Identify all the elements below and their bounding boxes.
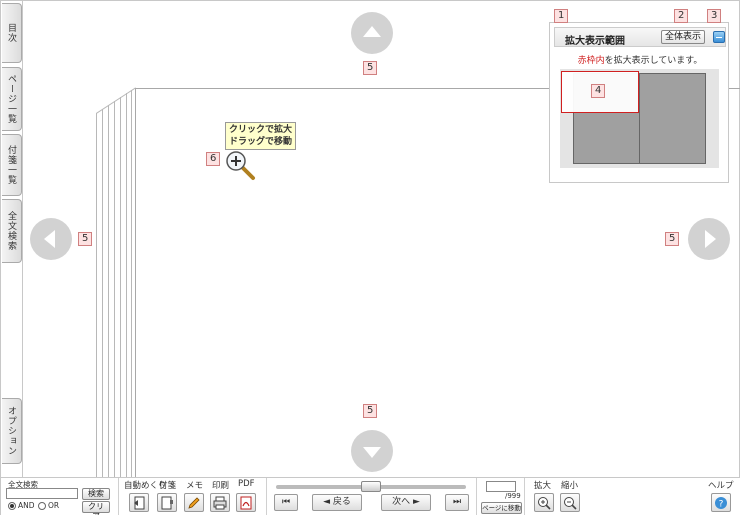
- tab-contents-label: 目次: [6, 23, 16, 43]
- pencil-icon: [188, 496, 200, 509]
- tab-page-list-label: ページ一覧: [6, 74, 16, 124]
- tab-sticky-list-label: 付箋一覧: [6, 145, 16, 185]
- marker-3: 3: [707, 9, 722, 23]
- and-radio[interactable]: [8, 502, 16, 510]
- zoom-range-panel: 拡大表示範囲 全体表示 赤枠内を拡大表示しています。: [549, 22, 729, 183]
- auto-flip-icon: [134, 496, 145, 509]
- tooltip-line-drag: ドラッグで移動: [229, 137, 293, 147]
- sticky-icon: [161, 496, 173, 509]
- zoom-tooltip: クリックで拡大 ドラッグで移動: [225, 122, 297, 150]
- marker-5-top: 5: [363, 61, 378, 75]
- print-label: 印刷: [212, 481, 230, 491]
- page-slider-thumb[interactable]: [361, 481, 381, 492]
- navigation-section: ⏮ ◄ 戻る 次へ ► ⏭: [268, 478, 477, 515]
- pdf-label: PDF: [238, 479, 255, 489]
- zoom-panel-message: 赤枠内を拡大表示しています。: [550, 53, 730, 66]
- mini-map-right-page: [639, 73, 706, 164]
- zoom-out-label: 縮小: [561, 481, 579, 491]
- pdf-button[interactable]: [236, 493, 256, 512]
- or-label: OR: [48, 501, 60, 510]
- marker-6: 6: [206, 152, 221, 166]
- help-label: ヘルプ: [708, 481, 734, 491]
- search-button[interactable]: 検索: [82, 488, 110, 500]
- book-viewer: 目次 ページ一覧 付箋一覧 全文検索 オプション クリックで拡大 ドラッグで移動: [0, 0, 740, 515]
- zoom-in-label: 拡大: [534, 481, 552, 491]
- search-input[interactable]: [6, 488, 78, 499]
- tab-contents[interactable]: 目次: [2, 3, 22, 63]
- printer-icon: [213, 496, 227, 509]
- next-page-button[interactable]: [688, 218, 730, 260]
- tab-sticky-list[interactable]: 付箋一覧: [2, 134, 22, 196]
- minimize-panel-button[interactable]: [713, 31, 725, 43]
- last-page-button[interactable]: ⏭: [445, 494, 469, 511]
- pdf-icon: [240, 496, 252, 509]
- arrow-down-icon: [363, 447, 381, 458]
- next-button[interactable]: 次へ ►: [381, 494, 431, 511]
- page-jump-section: /999 ページに移動: [478, 478, 525, 515]
- zoom-out-button[interactable]: [560, 493, 580, 512]
- marker-1: 1: [554, 9, 569, 23]
- arrow-left-icon: [44, 230, 55, 248]
- and-label: AND: [18, 501, 35, 510]
- zoom-panel-message-red: 赤枠内: [577, 56, 605, 66]
- zoom-panel-header: 拡大表示範囲 全体表示: [554, 27, 726, 47]
- print-button[interactable]: [210, 493, 230, 512]
- first-page-button[interactable]: ⏮: [274, 494, 298, 511]
- zoom-mini-map[interactable]: [560, 69, 719, 168]
- sticky-button[interactable]: [157, 493, 177, 512]
- zoom-panel-message-rest: を拡大表示しています。: [604, 56, 703, 66]
- auto-flip-button[interactable]: [129, 493, 149, 512]
- zoom-in-icon: [538, 496, 551, 510]
- zoom-out-icon: [564, 496, 577, 510]
- zoom-in-button[interactable]: [534, 493, 554, 512]
- help-icon: ?: [715, 496, 727, 509]
- tab-options[interactable]: オプション: [2, 398, 22, 464]
- show-all-button[interactable]: 全体表示: [661, 30, 706, 44]
- search-section: 全文検索 検索 AND OR クリア: [1, 478, 119, 515]
- or-radio[interactable]: [38, 502, 46, 510]
- prev-page-button[interactable]: [30, 218, 72, 260]
- marker-2: 2: [674, 9, 689, 23]
- sticky-label: 付箋: [159, 481, 177, 491]
- page-total: /999: [505, 492, 521, 500]
- tab-fulltext-search[interactable]: 全文検索: [2, 199, 22, 263]
- arrow-right-icon: [705, 230, 716, 248]
- marker-5-right: 5: [665, 232, 680, 246]
- go-to-page-button[interactable]: ページに移動: [481, 502, 522, 514]
- help-button[interactable]: ?: [711, 493, 731, 512]
- marker-5-left: 5: [78, 232, 93, 246]
- scroll-up-button[interactable]: [351, 12, 393, 54]
- clear-button[interactable]: クリア: [82, 501, 110, 515]
- tooltip-line-click: クリックで拡大: [229, 125, 293, 135]
- arrow-up-icon: [363, 26, 381, 37]
- page-number-input[interactable]: [486, 481, 516, 492]
- zoom-magnifier-icon[interactable]: [225, 150, 257, 182]
- marker-4: 4: [591, 84, 606, 98]
- scroll-down-button[interactable]: [351, 430, 393, 472]
- tab-options-label: オプション: [6, 406, 16, 456]
- marker-5-bottom: 5: [363, 404, 378, 418]
- tab-page-list[interactable]: ページ一覧: [2, 67, 22, 131]
- zoom-section: 拡大 縮小: [526, 478, 696, 515]
- tools-section: 自動めくり 付箋 メモ 印刷 PDF: [120, 478, 267, 515]
- svg-text:?: ?: [719, 499, 724, 509]
- tab-fulltext-search-label: 全文検索: [6, 211, 16, 251]
- memo-button[interactable]: [184, 493, 204, 512]
- zoom-panel-title: 拡大表示範囲: [565, 36, 625, 47]
- memo-label: メモ: [186, 481, 204, 491]
- page-left-edge: [135, 88, 136, 477]
- back-button[interactable]: ◄ 戻る: [312, 494, 362, 511]
- bottom-toolbar: 全文検索 検索 AND OR クリア 自動めくり 付箋 メモ 印刷 PDF: [1, 477, 740, 515]
- sidebar-tab-strip: 目次 ページ一覧 付箋一覧 全文検索 オプション: [1, 1, 23, 477]
